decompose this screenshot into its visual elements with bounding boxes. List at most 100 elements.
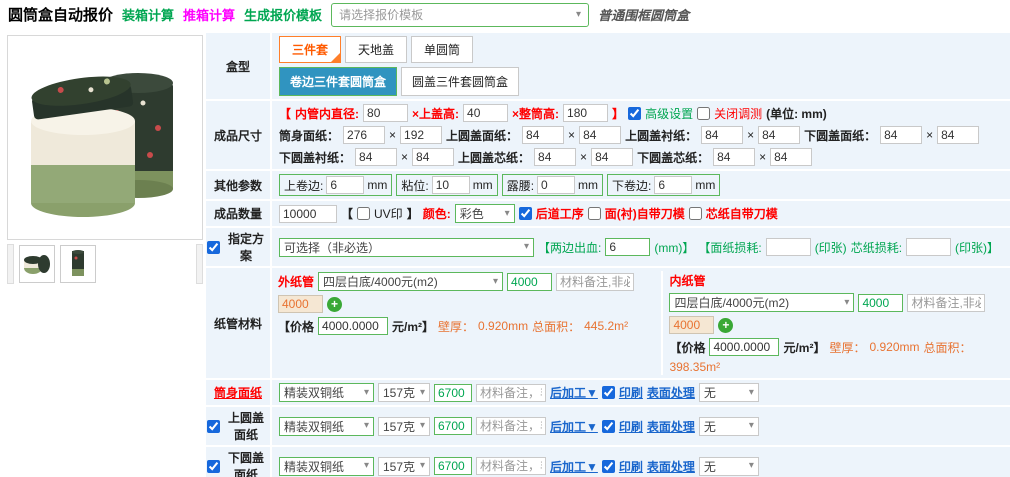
- thumb-scroll-right[interactable]: [196, 244, 203, 284]
- top-liner-width-input[interactable]: [701, 126, 743, 144]
- bottom-liner-width-input[interactable]: [355, 148, 397, 166]
- core-die-checkbox[interactable]: [689, 207, 702, 220]
- top-face-height-input[interactable]: [579, 126, 621, 144]
- outer-tube-material-select[interactable]: 四层白底/4000元(m2) ▾: [318, 272, 503, 291]
- inner-tube-price-input[interactable]: [858, 294, 903, 312]
- top-face-select[interactable]: 精装双铜纸▾: [279, 417, 374, 436]
- bottom-face-finish-select[interactable]: 无▾: [699, 457, 759, 476]
- face-die-checkbox[interactable]: [588, 207, 601, 220]
- top-face-print-link[interactable]: 印刷: [619, 418, 643, 435]
- bottom-core-height-input[interactable]: [770, 148, 812, 166]
- color-select[interactable]: 彩色 ▾: [455, 204, 515, 223]
- packing-calc-link[interactable]: 装箱计算: [122, 5, 174, 24]
- body-paper-weight-select[interactable]: 157克▾: [378, 383, 430, 402]
- post-process-checkbox[interactable]: [519, 207, 532, 220]
- quote-template-select[interactable]: 请选择报价模板 ▾: [331, 3, 589, 27]
- body-paper-note-input[interactable]: [476, 384, 546, 402]
- body-paper-print-checkbox[interactable]: [602, 386, 615, 399]
- body-paper-process-link[interactable]: 后加工▼: [550, 384, 598, 401]
- body-paper-label[interactable]: 筒身面纸: [214, 384, 262, 401]
- bottom-face-surface-link[interactable]: 表面处理: [647, 458, 695, 475]
- body-paper-surface-link[interactable]: 表面处理: [647, 384, 695, 401]
- subtab-curled-three-piece[interactable]: 卷边三件套圆筒盒: [279, 67, 397, 96]
- body-paper-height-input[interactable]: [400, 126, 442, 144]
- body-paper-finish-select[interactable]: 无▾: [699, 383, 759, 402]
- body-paper-select[interactable]: 精装双铜纸▾: [279, 383, 374, 402]
- bottom-liner-height-input[interactable]: [412, 148, 454, 166]
- quote-template-placeholder: 请选择报价模板: [339, 6, 423, 23]
- waist-exposure-input[interactable]: [537, 176, 575, 194]
- outer-price-input[interactable]: [318, 317, 388, 335]
- bottom-face-weight-select[interactable]: 157克▾: [378, 457, 430, 476]
- body-paper-price-input[interactable]: [434, 384, 472, 402]
- bottom-face-price-input[interactable]: [434, 457, 472, 475]
- core-loss-input[interactable]: [906, 238, 951, 256]
- thumbnail-2[interactable]: [60, 245, 96, 283]
- chevron-down-icon: ▾: [749, 421, 754, 431]
- add-outer-tube-icon[interactable]: +: [327, 297, 342, 312]
- bottom-curl-input[interactable]: [654, 176, 692, 194]
- bottom-face-print-link[interactable]: 印刷: [619, 458, 643, 475]
- outer-tube-material-value: 四层白底/4000元(m2): [323, 273, 438, 290]
- top-face-surface-link[interactable]: 表面处理: [647, 418, 695, 435]
- inner-tube-note-input[interactable]: [907, 294, 985, 312]
- inner-tube-material-select[interactable]: 四层白底/4000元(m2) ▾: [669, 293, 854, 312]
- glue-position-label: 粘位:: [401, 177, 428, 194]
- top-face-note-input[interactable]: [476, 417, 546, 435]
- scheme-select[interactable]: 可选择（非必选） ▾: [279, 238, 534, 257]
- uv-print-checkbox[interactable]: [357, 207, 370, 220]
- tab-single-cylinder[interactable]: 单圆筒: [411, 36, 473, 63]
- finished-size-row: 成品尺寸 【 内管内直径: ×上盖高: ×整筒高: 】 高级设置 关闭调测 (单…: [206, 101, 1010, 169]
- inner-wall-value: 0.920mm: [869, 340, 919, 354]
- total-height-input[interactable]: [563, 104, 608, 122]
- bottom-face-label: 下圆盖面纸: [223, 449, 269, 477]
- advanced-settings-checkbox[interactable]: [628, 107, 641, 120]
- outer-tube-note-input[interactable]: [556, 273, 634, 291]
- bottom-core-width-input[interactable]: [713, 148, 755, 166]
- tab-heaven-earth-lid[interactable]: 天地盖: [345, 36, 407, 63]
- face-loss-input[interactable]: [766, 238, 811, 256]
- close-debug-checkbox[interactable]: [697, 107, 710, 120]
- top-curl-input[interactable]: [326, 176, 364, 194]
- top-face-weight-select[interactable]: 157克▾: [378, 417, 430, 436]
- inner-diameter-input[interactable]: [363, 104, 408, 122]
- outer-tube-price-input[interactable]: [507, 273, 552, 291]
- top-face-finish-select[interactable]: 无▾: [699, 417, 759, 436]
- subtab-round-lid-three-piece[interactable]: 圆盖三件套圆筒盒: [401, 67, 519, 96]
- top-face-print-checkbox[interactable]: [602, 420, 615, 433]
- push-box-calc-link[interactable]: 推箱计算: [183, 5, 235, 24]
- scheme-checkbox[interactable]: [207, 241, 220, 254]
- quantity-label: 成品数量: [206, 201, 272, 226]
- waist-exposure-label: 露腰:: [507, 177, 534, 194]
- bottom-face-select[interactable]: 精装双铜纸▾: [279, 457, 374, 476]
- top-liner-height-input[interactable]: [758, 126, 800, 144]
- inner-diameter-label: 内管内直径:: [295, 105, 359, 122]
- quantity-row: 成品数量 【 UV印 】 颜色: 彩色 ▾ 后道工序 面(衬)自带刀模 芯纸自带…: [206, 201, 1010, 226]
- thumb-scroll-left[interactable]: [7, 244, 14, 284]
- bottom-face-checkbox[interactable]: [207, 460, 220, 473]
- times-sign: ×: [759, 150, 766, 164]
- bottom-face-width-input[interactable]: [880, 126, 922, 144]
- top-lid-height-input[interactable]: [463, 104, 508, 122]
- bottom-core-dim-label: 下圆盖芯纸：: [637, 149, 709, 166]
- quantity-input[interactable]: [279, 205, 337, 223]
- top-core-height-input[interactable]: [591, 148, 633, 166]
- body-paper-print-link[interactable]: 印刷: [619, 384, 643, 401]
- top-face-width-input[interactable]: [522, 126, 564, 144]
- bottom-face-height-input[interactable]: [937, 126, 979, 144]
- bottom-face-print-checkbox[interactable]: [602, 460, 615, 473]
- top-face-price-input[interactable]: [434, 417, 472, 435]
- bottom-face-process-link[interactable]: 后加工▼: [550, 458, 598, 475]
- bleed-input[interactable]: [605, 238, 650, 256]
- bottom-face-note-input[interactable]: [476, 457, 546, 475]
- tab-three-piece[interactable]: 三件套: [279, 36, 341, 63]
- add-inner-tube-icon[interactable]: +: [718, 318, 733, 333]
- top-face-checkbox[interactable]: [207, 420, 220, 433]
- thumbnail-1[interactable]: [19, 245, 55, 283]
- body-paper-width-input[interactable]: [343, 126, 385, 144]
- glue-position-input[interactable]: [432, 176, 470, 194]
- inner-price-input[interactable]: [709, 338, 779, 356]
- top-face-process-link[interactable]: 后加工▼: [550, 418, 598, 435]
- top-core-width-input[interactable]: [534, 148, 576, 166]
- generate-template-link[interactable]: 生成报价模板: [244, 5, 322, 24]
